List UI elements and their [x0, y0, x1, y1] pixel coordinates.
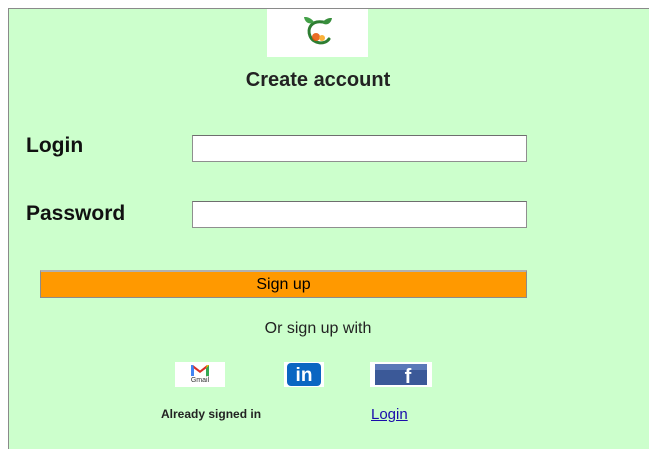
- password-input[interactable]: [192, 201, 527, 228]
- login-label: Login: [26, 134, 84, 157]
- gmail-icon: [190, 364, 210, 377]
- linkedin-icon: in: [287, 363, 321, 386]
- gmail-label: Gmail: [190, 377, 210, 384]
- brand-logo: [267, 9, 368, 57]
- facebook-icon: f: [375, 364, 427, 387]
- login-input[interactable]: [192, 135, 527, 162]
- facebook-signup-button[interactable]: f: [370, 362, 432, 387]
- linkedin-signup-button[interactable]: in: [284, 362, 324, 387]
- gmail-signup-button[interactable]: Gmail: [175, 362, 225, 387]
- already-signed-in-text: Already signed in: [161, 407, 262, 421]
- or-sign-up-with-text: Or sign up with: [264, 320, 372, 337]
- page-title: Create account: [245, 69, 391, 91]
- password-label: Password: [26, 202, 126, 225]
- signup-page: Create account Login Password Sign up Or…: [8, 8, 649, 449]
- login-link[interactable]: Login: [371, 406, 408, 423]
- facebook-glyph: f: [405, 366, 412, 387]
- leaf-logo-icon: [303, 16, 332, 45]
- linkedin-glyph: in: [296, 365, 313, 386]
- sign-up-button[interactable]: Sign up: [40, 270, 527, 298]
